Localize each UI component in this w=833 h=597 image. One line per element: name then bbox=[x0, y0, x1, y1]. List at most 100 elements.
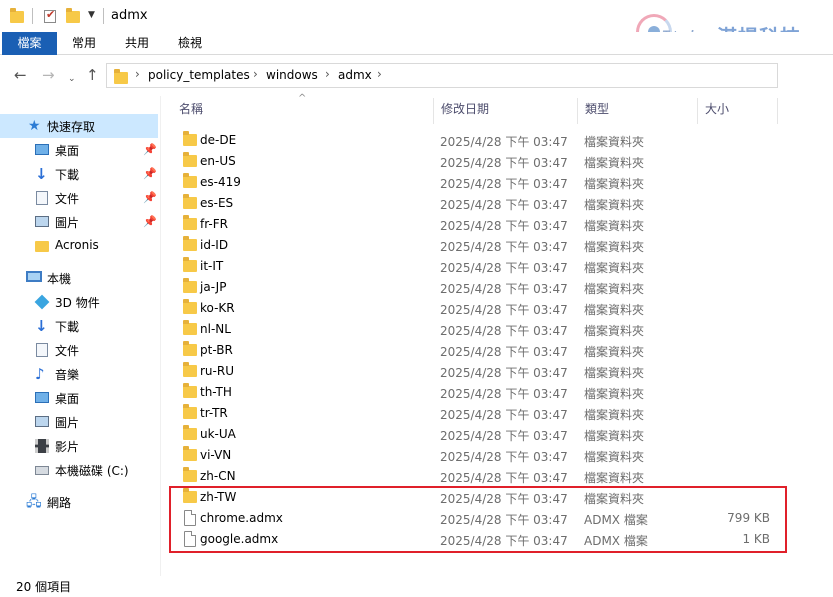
tab-home[interactable]: 常用 bbox=[62, 32, 106, 55]
sidebar-item-desktop[interactable]: 桌面 📌 bbox=[0, 138, 158, 162]
file-type: 檔案資料夾 bbox=[584, 408, 645, 422]
file-row[interactable]: id-ID 2025/4/28 下午 03:47 檔案資料夾 bbox=[170, 235, 782, 256]
chevron-right-icon[interactable]: › bbox=[135, 67, 140, 81]
sidebar-item-label: 下載 bbox=[55, 320, 80, 334]
sidebar-item-local-disk[interactable]: 本機磁碟 (C:) bbox=[0, 458, 158, 482]
chevron-right-icon[interactable]: › bbox=[253, 67, 258, 81]
sidebar-item-desktop-pc[interactable]: 桌面 bbox=[0, 386, 158, 410]
sidebar-item-downloads-pc[interactable]: ↓ 下載 bbox=[0, 314, 158, 338]
pin-icon: 📌 bbox=[143, 215, 157, 228]
new-folder-icon[interactable] bbox=[66, 8, 80, 23]
recent-dropdown-icon[interactable]: ⌄ bbox=[68, 72, 76, 87]
sidebar-item-music[interactable]: ♪ 音樂 bbox=[0, 362, 158, 386]
file-row[interactable]: ru-RU 2025/4/28 下午 03:47 檔案資料夾 bbox=[170, 361, 782, 382]
sidebar-item-documents[interactable]: 文件 📌 bbox=[0, 186, 158, 210]
breadcrumb-windows[interactable]: windows bbox=[266, 68, 318, 82]
folder-icon bbox=[183, 383, 197, 398]
navigation-pane: ★ 快速存取 桌面 📌 ↓ 下載 📌 文件 📌 圖片 📌 Acronis 本機 … bbox=[0, 96, 160, 576]
file-type: 檔案資料夾 bbox=[584, 303, 645, 317]
chevron-right-icon[interactable]: › bbox=[377, 67, 382, 81]
file-date: 2025/4/28 下午 03:47 bbox=[440, 387, 568, 401]
sidebar-item-this-pc[interactable]: 本機 bbox=[0, 266, 158, 290]
file-row[interactable]: vi-VN 2025/4/28 下午 03:47 檔案資料夾 bbox=[170, 445, 782, 466]
folder-icon bbox=[183, 236, 197, 251]
folder-icon bbox=[183, 341, 197, 356]
file-type: 檔案資料夾 bbox=[584, 387, 645, 401]
file-row[interactable]: tr-TR 2025/4/28 下午 03:47 檔案資料夾 bbox=[170, 403, 782, 424]
sidebar-item-label: 本機 bbox=[47, 272, 72, 286]
sidebar-item-quick-access[interactable]: ★ 快速存取 bbox=[0, 114, 158, 138]
address-bar[interactable]: › policy_templates › windows › admx › bbox=[106, 63, 778, 88]
sidebar-item-downloads[interactable]: ↓ 下載 📌 bbox=[0, 162, 158, 186]
desktop-icon bbox=[35, 392, 49, 403]
file-row[interactable]: zh-CN 2025/4/28 下午 03:47 檔案資料夾 bbox=[170, 466, 782, 487]
customize-toolbar-icon[interactable]: ▼ bbox=[88, 10, 95, 20]
file-date: 2025/4/28 下午 03:47 bbox=[440, 177, 568, 191]
breadcrumb-admx[interactable]: admx bbox=[338, 68, 372, 82]
column-divider[interactable] bbox=[777, 98, 778, 124]
file-row[interactable]: pt-BR 2025/4/28 下午 03:47 檔案資料夾 bbox=[170, 340, 782, 361]
file-row[interactable]: fr-FR 2025/4/28 下午 03:47 檔案資料夾 bbox=[170, 214, 782, 235]
sidebar-item-label: 快速存取 bbox=[47, 120, 96, 134]
tab-view[interactable]: 檢視 bbox=[168, 32, 212, 55]
file-row[interactable]: en-US 2025/4/28 下午 03:47 檔案資料夾 bbox=[170, 151, 782, 172]
folder-icon bbox=[183, 131, 197, 146]
download-icon: ↓ bbox=[35, 165, 48, 183]
sidebar-item-videos[interactable]: 影片 bbox=[0, 434, 158, 458]
pin-icon: 📌 bbox=[143, 167, 157, 180]
file-date: 2025/4/28 下午 03:47 bbox=[440, 366, 568, 380]
sidebar-item-pictures-pc[interactable]: 圖片 bbox=[0, 410, 158, 434]
sidebar-item-pictures[interactable]: 圖片 📌 bbox=[0, 210, 158, 234]
chevron-right-icon[interactable]: › bbox=[325, 67, 330, 81]
folder-icon bbox=[183, 446, 197, 461]
file-row[interactable]: th-TH 2025/4/28 下午 03:47 檔案資料夾 bbox=[170, 382, 782, 403]
sidebar-item-network[interactable]: 🖧 網路 bbox=[0, 490, 158, 514]
column-divider[interactable] bbox=[577, 98, 578, 124]
video-icon bbox=[35, 439, 49, 453]
tab-share[interactable]: 共用 bbox=[115, 32, 159, 55]
file-row[interactable]: es-ES 2025/4/28 下午 03:47 檔案資料夾 bbox=[170, 193, 782, 214]
column-header-type[interactable]: 類型 bbox=[585, 100, 609, 122]
file-type: 檔案資料夾 bbox=[584, 345, 645, 359]
sidebar-item-acronis[interactable]: Acronis bbox=[0, 234, 158, 258]
music-icon: ♪ bbox=[35, 365, 45, 383]
column-header-name[interactable]: 名稱 bbox=[179, 100, 203, 122]
breadcrumb-policy-templates[interactable]: policy_templates bbox=[148, 68, 250, 82]
highlight-box bbox=[169, 486, 787, 553]
file-row[interactable]: de-DE 2025/4/28 下午 03:47 檔案資料夾 bbox=[170, 130, 782, 151]
sidebar-item-label: 下載 bbox=[55, 168, 80, 182]
file-row[interactable]: ko-KR 2025/4/28 下午 03:47 檔案資料夾 bbox=[170, 298, 782, 319]
column-header-date[interactable]: 修改日期 bbox=[441, 100, 489, 122]
sidebar-item-label: 圖片 bbox=[55, 416, 80, 430]
up-arrow-icon[interactable]: ↑ bbox=[86, 68, 99, 83]
picture-icon bbox=[35, 216, 49, 227]
document-icon bbox=[36, 343, 48, 357]
tab-file[interactable]: 檔案 bbox=[2, 32, 57, 55]
file-name: vi-VN bbox=[200, 448, 232, 462]
column-header-size[interactable]: 大小 bbox=[705, 100, 729, 122]
file-type: 檔案資料夾 bbox=[584, 450, 645, 464]
sidebar-item-label: 音樂 bbox=[55, 368, 80, 382]
properties-icon[interactable] bbox=[44, 8, 56, 23]
sidebar-item-3d-objects[interactable]: 3D 物件 bbox=[0, 290, 158, 314]
column-divider[interactable] bbox=[433, 98, 434, 124]
file-date: 2025/4/28 下午 03:47 bbox=[440, 408, 568, 422]
file-row[interactable]: ja-JP 2025/4/28 下午 03:47 檔案資料夾 bbox=[170, 277, 782, 298]
back-arrow-icon[interactable]: ← bbox=[14, 68, 27, 83]
file-date: 2025/4/28 下午 03:47 bbox=[440, 156, 568, 170]
forward-arrow-icon[interactable]: → bbox=[42, 68, 55, 83]
sidebar-item-documents-pc[interactable]: 文件 bbox=[0, 338, 158, 362]
file-type: 檔案資料夾 bbox=[584, 429, 645, 443]
file-row[interactable]: uk-UA 2025/4/28 下午 03:47 檔案資料夾 bbox=[170, 424, 782, 445]
network-icon: 🖧 bbox=[26, 494, 42, 510]
pane-divider[interactable] bbox=[160, 96, 161, 576]
column-divider[interactable] bbox=[697, 98, 698, 124]
sidebar-item-label: 桌面 bbox=[55, 392, 80, 406]
file-date: 2025/4/28 下午 03:47 bbox=[440, 261, 568, 275]
file-row[interactable]: es-419 2025/4/28 下午 03:47 檔案資料夾 bbox=[170, 172, 782, 193]
file-row[interactable]: nl-NL 2025/4/28 下午 03:47 檔案資料夾 bbox=[170, 319, 782, 340]
file-row[interactable]: it-IT 2025/4/28 下午 03:47 檔案資料夾 bbox=[170, 256, 782, 277]
folder-icon bbox=[183, 362, 197, 377]
pin-icon: 📌 bbox=[143, 191, 157, 204]
folder-icon bbox=[183, 278, 197, 293]
